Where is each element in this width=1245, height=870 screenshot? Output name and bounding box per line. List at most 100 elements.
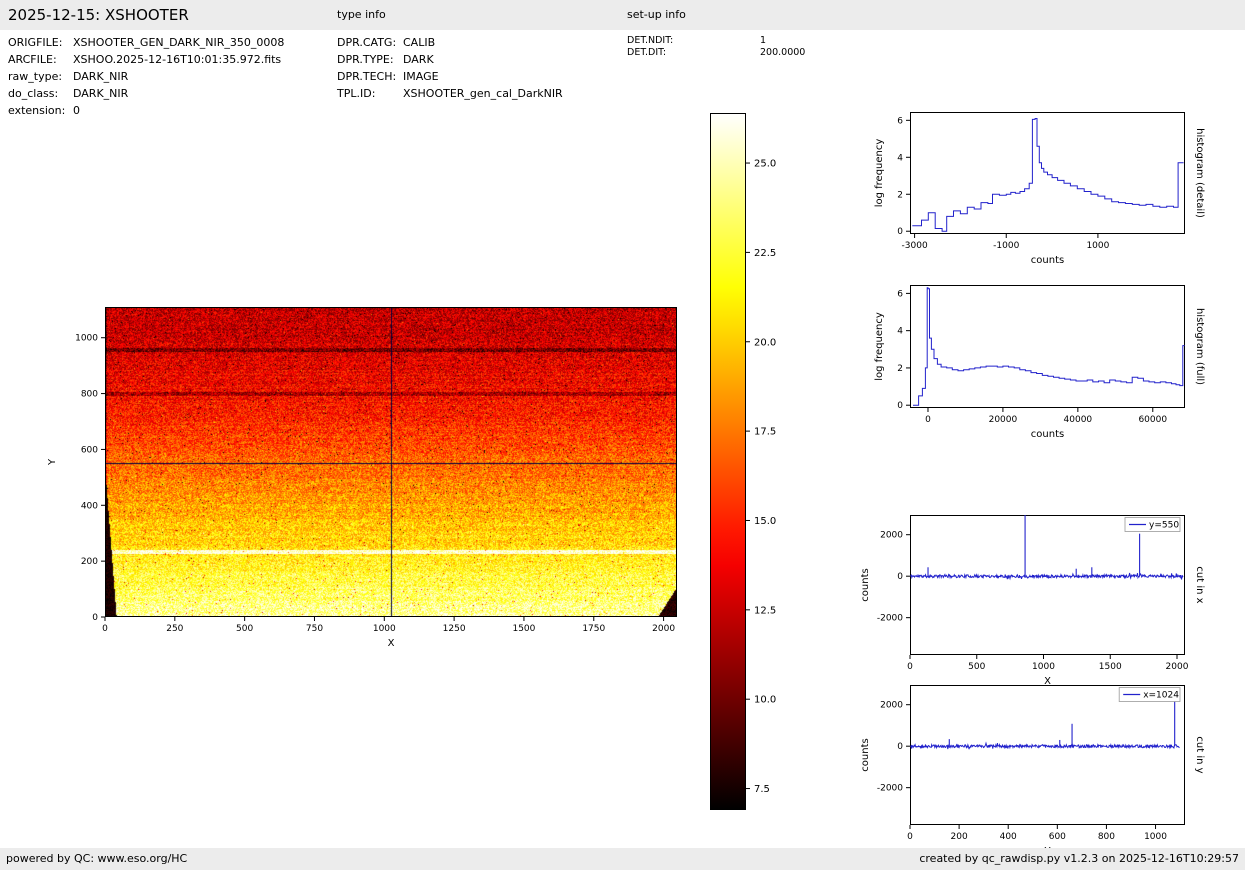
field-label: DET.DIT: <box>627 47 760 59</box>
svg-text:20000: 20000 <box>989 415 1018 425</box>
svg-text:20.0: 20.0 <box>754 337 776 348</box>
field-label: ARCFILE: <box>8 51 73 68</box>
dark-frame-canvas <box>105 307 677 617</box>
svg-text:800: 800 <box>81 390 98 400</box>
svg-text:6: 6 <box>897 116 903 126</box>
svg-text:0: 0 <box>925 415 931 425</box>
svg-text:1000: 1000 <box>373 624 396 634</box>
field-value: IMAGE <box>403 68 439 85</box>
cut-in-y-plot: 02004006008001000-200002000Ycountscut in… <box>910 685 1185 825</box>
svg-text:15.0: 15.0 <box>754 516 776 527</box>
svg-text:1750: 1750 <box>582 624 605 634</box>
svg-text:0: 0 <box>897 742 903 752</box>
field-value: 0 <box>73 102 80 119</box>
field-value: XSHOO.2025-12-16T10:01:35.972.fits <box>73 51 281 68</box>
page-title: 2025-12-15: XSHOOTER <box>8 0 189 30</box>
field-value: DARK <box>403 51 434 68</box>
svg-text:500: 500 <box>968 662 985 672</box>
svg-text:600: 600 <box>81 445 98 455</box>
svg-text:histogram (detail): histogram (detail) <box>1194 128 1205 218</box>
setup-info-row: DET.DIT:200.0000 <box>627 47 805 59</box>
svg-text:600: 600 <box>1049 832 1066 842</box>
footer-right-text: created by qc_rawdisp.py v1.2.3 on 2025-… <box>919 848 1239 870</box>
svg-text:2: 2 <box>897 190 903 200</box>
svg-text:-2000: -2000 <box>877 614 903 624</box>
svg-text:250: 250 <box>166 624 183 634</box>
svg-text:counts: counts <box>860 738 871 771</box>
field-value: XSHOOTER_gen_cal_DarkNIR <box>403 85 563 102</box>
svg-text:counts: counts <box>1031 255 1064 266</box>
dark-frame-image-plot: 0250500750100012501500175020000200400600… <box>105 307 677 617</box>
svg-text:22.5: 22.5 <box>754 248 776 259</box>
setup-info-row: DET.NDIT:1 <box>627 35 805 47</box>
svg-text:log frequency: log frequency <box>874 312 885 381</box>
footer-bar: powered by QC: www.eso.org/HC created by… <box>0 848 1245 870</box>
svg-text:200: 200 <box>81 557 98 567</box>
svg-text:-1000: -1000 <box>993 241 1019 251</box>
svg-text:1250: 1250 <box>443 624 466 634</box>
svg-text:0: 0 <box>897 572 903 582</box>
field-value: 1 <box>760 35 766 47</box>
type-info-row: DPR.TYPE:DARK <box>337 51 563 68</box>
svg-text:400: 400 <box>1000 832 1017 842</box>
svg-text:0: 0 <box>92 613 98 623</box>
svg-text:25.0: 25.0 <box>754 159 776 170</box>
svg-text:400: 400 <box>81 501 98 511</box>
field-label: DPR.CATG: <box>337 34 403 51</box>
svg-text:2000: 2000 <box>880 531 903 541</box>
field-value: 200.0000 <box>760 47 805 59</box>
file-info-row: do_class:DARK_NIR <box>8 85 284 102</box>
svg-text:x=1024: x=1024 <box>1143 691 1179 701</box>
header-bar: 2025-12-15: XSHOOTER type info set-up in… <box>0 0 1245 30</box>
field-value: DARK_NIR <box>73 85 128 102</box>
svg-text:2000: 2000 <box>880 701 903 711</box>
file-info-row: ORIGFILE:XSHOOTER_GEN_DARK_NIR_350_0008 <box>8 34 284 51</box>
colorbar: 7.510.012.515.017.520.022.525.0 <box>710 113 746 810</box>
svg-text:-2000: -2000 <box>877 784 903 794</box>
type-info-row: DPR.TECH:IMAGE <box>337 68 563 85</box>
svg-text:cut in y: cut in y <box>1194 736 1205 773</box>
svg-text:4: 4 <box>897 153 903 163</box>
setup-info-heading: set-up info <box>627 0 686 30</box>
svg-text:cut in x: cut in x <box>1194 566 1205 603</box>
svg-text:4: 4 <box>897 327 903 337</box>
svg-text:1000: 1000 <box>1086 241 1109 251</box>
svg-text:Y: Y <box>47 458 58 466</box>
svg-text:0: 0 <box>907 832 913 842</box>
svg-text:7.5: 7.5 <box>754 784 770 795</box>
svg-text:2: 2 <box>897 364 903 374</box>
field-label: DET.NDIT: <box>627 35 760 47</box>
svg-text:1000: 1000 <box>1032 662 1055 672</box>
field-label: DPR.TYPE: <box>337 51 403 68</box>
type-info-row: DPR.CATG:CALIB <box>337 34 563 51</box>
histogram-detail-plot: -3000-100010000246countslog frequencyhis… <box>910 112 1185 234</box>
svg-text:0: 0 <box>907 662 913 672</box>
svg-text:0: 0 <box>102 624 108 634</box>
file-info-row: raw_type:DARK_NIR <box>8 68 284 85</box>
svg-text:750: 750 <box>306 624 323 634</box>
svg-text:500: 500 <box>236 624 253 634</box>
svg-text:40000: 40000 <box>1064 415 1093 425</box>
type-info-block: DPR.CATG:CALIB DPR.TYPE:DARK DPR.TECH:IM… <box>337 34 563 102</box>
field-label: do_class: <box>8 85 73 102</box>
svg-text:counts: counts <box>1031 429 1064 440</box>
file-info-row: extension:0 <box>8 102 284 119</box>
svg-text:1000: 1000 <box>1144 832 1167 842</box>
svg-text:12.5: 12.5 <box>754 605 776 616</box>
svg-text:2000: 2000 <box>1166 662 1189 672</box>
svg-text:y=550: y=550 <box>1149 521 1179 531</box>
field-value: CALIB <box>403 34 435 51</box>
field-value: XSHOOTER_GEN_DARK_NIR_350_0008 <box>73 34 284 51</box>
svg-text:counts: counts <box>860 568 871 601</box>
svg-text:1500: 1500 <box>512 624 535 634</box>
svg-text:17.5: 17.5 <box>754 427 776 438</box>
field-label: ORIGFILE: <box>8 34 73 51</box>
qc-report-page: 2025-12-15: XSHOOTER type info set-up in… <box>0 0 1245 870</box>
svg-text:0: 0 <box>897 401 903 411</box>
setup-info-block: DET.NDIT:1 DET.DIT:200.0000 <box>627 35 805 59</box>
svg-text:log frequency: log frequency <box>874 139 885 208</box>
svg-text:1000: 1000 <box>75 334 98 344</box>
field-label: extension: <box>8 102 73 119</box>
svg-text:1500: 1500 <box>1099 662 1122 672</box>
svg-text:X: X <box>388 638 395 649</box>
